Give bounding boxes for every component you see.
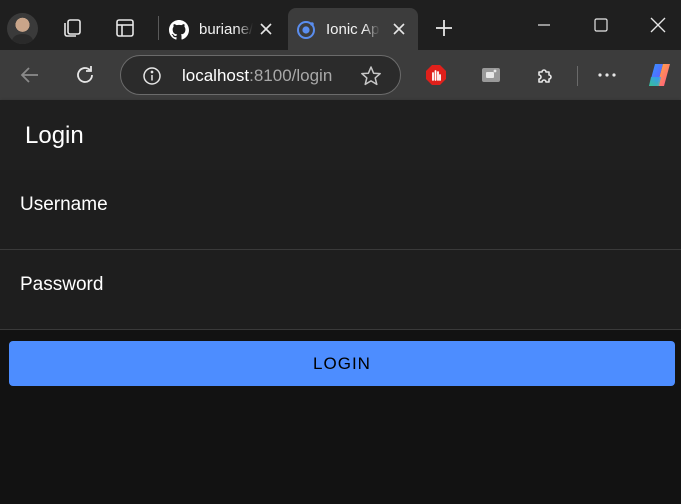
tab-ionic-app[interactable]: Ionic App <box>288 8 418 50</box>
password-item[interactable]: Password <box>0 250 681 330</box>
vertical-tabs-icon[interactable] <box>114 17 136 39</box>
workspaces-icon[interactable] <box>61 17 83 39</box>
tab-title: Ionic App <box>326 20 380 38</box>
new-tab-icon[interactable] <box>433 17 455 39</box>
username-input[interactable] <box>20 216 660 240</box>
tab-title: buriane/ <box>199 20 253 38</box>
tab-github[interactable]: buriane/ <box>161 8 285 50</box>
screen-capture-extension-icon[interactable] <box>480 64 502 86</box>
page-title: Login <box>25 122 84 149</box>
close-tab-icon[interactable] <box>390 20 408 38</box>
copilot-icon[interactable] <box>646 61 674 89</box>
tab-separator <box>158 16 159 40</box>
site-info-icon[interactable] <box>141 65 163 87</box>
browser-tab-strip: buriane/ Ionic App <box>0 0 681 50</box>
maximize-icon[interactable] <box>588 12 614 38</box>
profile-avatar[interactable] <box>7 13 38 44</box>
refresh-icon[interactable] <box>73 63 97 87</box>
github-icon <box>169 20 189 40</box>
browser-toolbar: localhost:8100/login <box>0 50 681 100</box>
more-options-icon[interactable] <box>596 64 618 86</box>
url-host: localhost <box>182 66 250 85</box>
url-path: :8100/login <box>249 66 333 85</box>
username-label: Username <box>20 194 108 215</box>
back-arrow-icon[interactable] <box>18 63 42 87</box>
password-input[interactable] <box>20 296 660 320</box>
toolbar-separator <box>577 66 578 86</box>
favorite-star-icon[interactable] <box>360 65 382 87</box>
minimize-icon[interactable] <box>531 12 557 38</box>
app-toolbar: Login <box>0 100 681 170</box>
login-button[interactable]: LOGIN <box>9 341 675 386</box>
url-text: localhost:8100/login <box>182 66 332 86</box>
address-bar[interactable]: localhost:8100/login <box>120 55 401 95</box>
close-tab-icon[interactable] <box>257 20 275 38</box>
close-window-icon[interactable] <box>645 12 671 38</box>
password-label: Password <box>20 274 104 295</box>
username-item[interactable]: Username <box>0 170 681 250</box>
adblock-extension-icon[interactable] <box>425 64 447 86</box>
extensions-puzzle-icon[interactable] <box>535 64 557 86</box>
ionic-icon <box>296 20 315 39</box>
